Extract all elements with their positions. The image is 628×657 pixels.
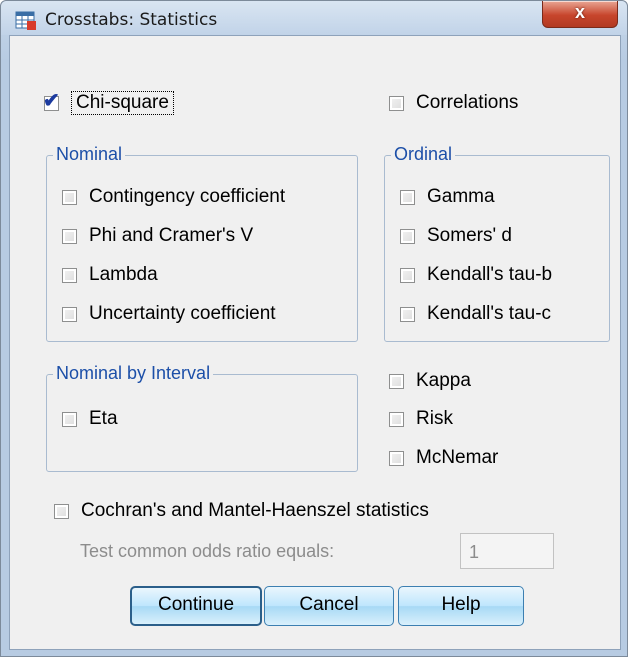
checkbox-label: Lambda (89, 264, 158, 285)
kendalls-tau-c-checkbox[interactable]: Kendall's tau-c (400, 303, 551, 325)
ordinal-group-title: Ordinal (391, 144, 456, 165)
mcnemar-checkbox[interactable]: McNemar (389, 447, 498, 469)
checkbox-box (400, 228, 415, 244)
contingency-coefficient-checkbox[interactable]: Contingency coefficient (62, 186, 285, 208)
checkbox-label: Eta (89, 408, 118, 429)
checkbox-box (400, 306, 415, 322)
checkbox-label: Kendall's tau-c (427, 303, 552, 324)
chi-square-label: Chi-square (71, 91, 174, 115)
phi-cramers-v-checkbox[interactable]: Phi and Cramer's V (62, 225, 253, 247)
kendalls-tau-b-checkbox[interactable]: Kendall's tau-b (400, 264, 552, 286)
risk-checkbox[interactable]: Risk (389, 408, 453, 430)
close-button[interactable]: x (542, 1, 618, 28)
cochran-mantel-haenszel-checkbox[interactable]: Cochran's and Mantel-Haenszel statistics (54, 500, 429, 522)
checkbox-box (62, 189, 77, 205)
spss-table-icon (15, 11, 36, 30)
checkbox-label: Cochran's and Mantel-Haenszel statistics (81, 500, 429, 521)
chi-square-checkbox[interactable]: ✔ Chi-square (43, 90, 174, 115)
checkbox-label: McNemar (416, 447, 499, 468)
checkbox-box (389, 95, 404, 111)
odds-ratio-input[interactable]: 1 (460, 533, 554, 569)
checkbox-label: Uncertainty coefficient (89, 303, 276, 324)
checkbox-label: Somers' d (427, 225, 512, 246)
somers-d-checkbox[interactable]: Somers' d (400, 225, 512, 247)
eta-checkbox[interactable]: Eta (62, 408, 118, 430)
checkbox-label: Risk (416, 408, 453, 429)
nominal-group-title: Nominal (53, 144, 126, 165)
checkbox-label: Kendall's tau-b (427, 264, 553, 285)
dialog-body: ✔ Chi-square Correlations Nominal Contin… (9, 35, 621, 650)
odds-ratio-label: Test common odds ratio equals: (80, 540, 335, 561)
checkbox-label: Phi and Cramer's V (89, 225, 254, 246)
close-icon: x (574, 2, 585, 22)
correlations-checkbox[interactable]: Correlations (389, 92, 518, 114)
correlations-label: Correlations (416, 92, 519, 113)
checkbox-box (389, 411, 404, 427)
dialog-window: Crosstabs: Statistics x ✔ Chi-square Cor… (0, 0, 628, 657)
uncertainty-coefficient-checkbox[interactable]: Uncertainty coefficient (62, 303, 276, 325)
checkbox-box (62, 228, 77, 244)
lambda-checkbox[interactable]: Lambda (62, 264, 158, 286)
help-button[interactable]: Help (398, 586, 524, 626)
checkmark-icon: ✔ (43, 89, 60, 112)
checkbox-box: ✔ (43, 90, 60, 112)
checkbox-box (400, 189, 415, 205)
checkbox-label: Contingency coefficient (89, 186, 286, 207)
checkbox-box (54, 503, 69, 519)
checkbox-box (389, 450, 404, 466)
nominal-by-interval-group-title: Nominal by Interval (53, 363, 214, 384)
kappa-checkbox[interactable]: Kappa (389, 370, 471, 392)
checkbox-box (62, 411, 77, 427)
gamma-checkbox[interactable]: Gamma (400, 186, 495, 208)
checkbox-box (62, 306, 77, 322)
checkbox-box (62, 267, 77, 283)
window-title: Crosstabs: Statistics (45, 10, 218, 30)
checkbox-box (389, 373, 404, 389)
checkbox-box (400, 267, 415, 283)
checkbox-label: Kappa (416, 370, 471, 391)
checkbox-label: Gamma (427, 186, 495, 207)
continue-button[interactable]: Continue (130, 586, 262, 626)
cancel-button[interactable]: Cancel (264, 586, 394, 626)
title-bar[interactable]: Crosstabs: Statistics x (1, 1, 627, 35)
